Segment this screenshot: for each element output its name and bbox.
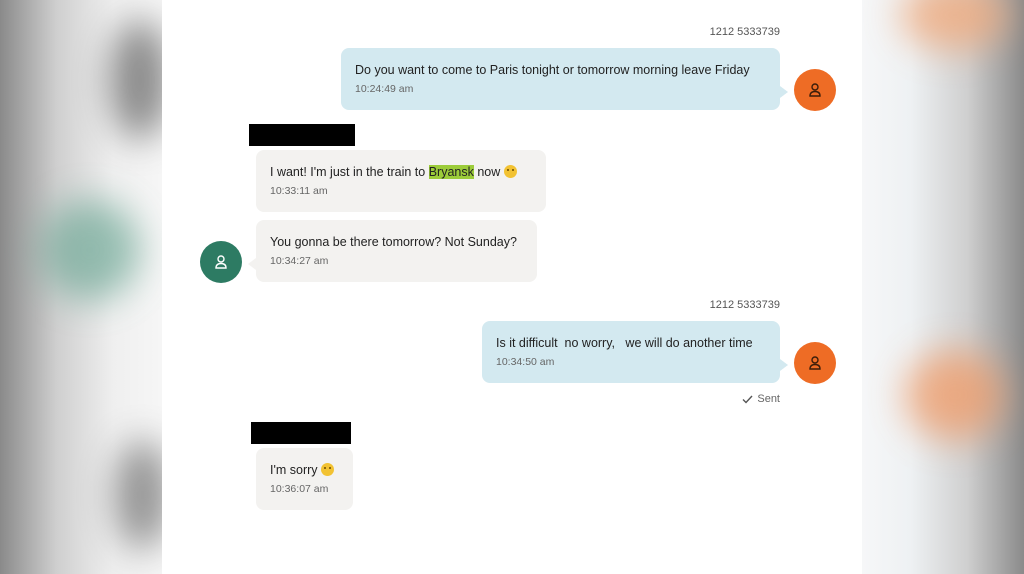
incoming-message-bubble[interactable]: I'm sorry 10:36:07 am xyxy=(256,448,353,510)
incoming-message-bubble[interactable]: I want! I'm just in the train to Bryansk… xyxy=(256,150,546,212)
message-text-after: now xyxy=(473,165,501,179)
bubble-tail xyxy=(248,258,256,270)
highlighted-word: Bryansk xyxy=(428,165,474,179)
outgoing-message-bubble[interactable]: Do you want to come to Paris tonight or … xyxy=(341,48,780,110)
message-timestamp: 10:24:49 am xyxy=(355,83,414,95)
message-text: I want! I'm just in the train to Bryansk… xyxy=(270,164,532,180)
sender-number: 1212 5333739 xyxy=(709,299,780,311)
blur-blob xyxy=(905,350,1005,440)
status-label: Sent xyxy=(757,393,780,405)
outgoing-avatar[interactable] xyxy=(794,69,836,111)
sender-number: 1212 5333739 xyxy=(709,26,780,38)
outgoing-message-bubble[interactable]: Is it difficult no worry, we will do ano… xyxy=(482,321,780,383)
checkmark-icon xyxy=(742,395,753,404)
pensive-face-emoji xyxy=(503,165,517,178)
message-timestamp: 10:33:11 am xyxy=(270,185,328,197)
blur-blob xyxy=(110,20,170,140)
message-timestamp: 10:34:27 am xyxy=(270,255,329,267)
blur-blob xyxy=(40,200,140,300)
bubble-tail xyxy=(780,359,788,371)
person-icon xyxy=(809,356,821,370)
person-icon xyxy=(215,255,227,269)
pensive-face-emoji xyxy=(321,463,335,476)
bubble-tail xyxy=(780,86,788,98)
person-icon xyxy=(809,83,821,97)
message-timestamp: 10:34:50 am xyxy=(496,356,555,368)
outgoing-avatar[interactable] xyxy=(794,342,836,384)
message-text: Do you want to come to Paris tonight or … xyxy=(355,63,750,77)
message-text: I'm sorry xyxy=(270,462,339,478)
message-text: You gonna be there tomorrow? Not Sunday? xyxy=(270,235,517,249)
message-text-before: I want! I'm just in the train to xyxy=(270,165,429,179)
redacted-sender-name xyxy=(249,124,355,146)
redacted-sender-name xyxy=(251,422,351,444)
blurred-background-right xyxy=(862,0,1024,574)
incoming-message-bubble[interactable]: You gonna be there tomorrow? Not Sunday?… xyxy=(256,220,537,282)
chat-panel: 1212 5333739 Do you want to come to Pari… xyxy=(162,0,862,574)
delivery-status: Sent xyxy=(742,393,780,405)
message-timestamp: 10:36:07 am xyxy=(270,483,329,495)
message-text-content: I'm sorry xyxy=(270,463,318,477)
incoming-avatar[interactable] xyxy=(200,241,242,283)
message-text: Is it difficult no worry, we will do ano… xyxy=(496,336,753,350)
